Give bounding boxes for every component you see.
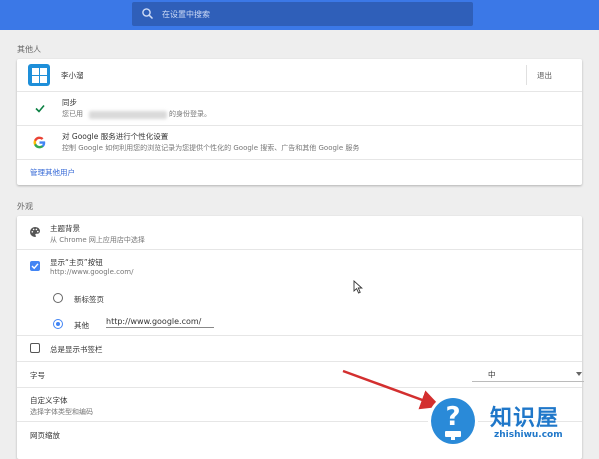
watermark-domain: zhishiwu.com — [494, 430, 563, 440]
google-g-icon — [33, 136, 46, 149]
section-title-people: 其他人 — [17, 45, 41, 54]
radio-newtab[interactable] — [53, 293, 63, 303]
radio-other[interactable] — [53, 319, 63, 329]
bookmarks-bar-label: 总是显示书签栏 — [50, 345, 103, 354]
personalize-desc: 控制 Google 如何利用您的浏览记录为您提供个性化的 Google 搜索、广… — [62, 144, 360, 152]
theme-desc: 从 Chrome 网上应用店中选择 — [50, 236, 145, 244]
radio-newtab-label: 新标签页 — [74, 295, 104, 304]
bookmarks-bar-checkbox[interactable] — [30, 343, 40, 353]
personalize-row[interactable]: 对 Google 服务进行个性化设置 控制 Google 如何利用您的浏览记录为… — [17, 126, 582, 159]
page-zoom-label: 网页缩放 — [30, 431, 60, 440]
divider — [526, 65, 527, 85]
settings-header: 在设置中搜索 — [0, 0, 599, 30]
signout-button[interactable]: 退出 — [537, 70, 552, 81]
palette-icon — [30, 227, 40, 237]
question-monitor-icon: ? — [428, 395, 478, 447]
user-name: 李小溜 — [61, 71, 84, 80]
search-icon — [142, 8, 154, 20]
font-size-select[interactable]: 中 — [472, 368, 584, 382]
font-size-label: 字号 — [30, 371, 45, 380]
radio-other-label: 其他 — [74, 321, 89, 330]
bookmarks-bar-row[interactable]: 总是显示书签栏 — [17, 336, 582, 361]
manage-other-people-link[interactable]: 管理其他用户 — [30, 167, 75, 178]
search-input[interactable]: 在设置中搜索 — [162, 9, 210, 20]
section-title-appearance: 外观 — [17, 202, 33, 211]
sync-row[interactable]: 同步 您已用 的身份登录。 — [17, 92, 582, 125]
font-size-row: 字号 中 — [17, 362, 584, 387]
windows-avatar-icon — [28, 64, 50, 86]
check-icon — [35, 104, 45, 113]
radio-newtab-row[interactable]: 新标签页 — [17, 286, 582, 310]
sync-title: 同步 — [62, 98, 77, 107]
search-box[interactable]: 在设置中搜索 — [132, 2, 473, 26]
theme-row[interactable]: 主题背景 从 Chrome 网上应用店中选择 — [17, 216, 582, 249]
check-icon — [31, 263, 39, 270]
radio-other-row[interactable]: 其他 http://www.google.com/ — [17, 312, 582, 336]
sync-suffix: 的身份登录。 — [169, 110, 211, 118]
watermark-name: 知识屋 — [490, 406, 560, 431]
sync-prefix: 您已用 — [62, 110, 83, 118]
custom-fonts-title: 自定义字体 — [30, 396, 68, 405]
theme-title: 主题背景 — [50, 224, 80, 233]
divider — [17, 159, 582, 160]
mouse-cursor-icon — [353, 280, 363, 294]
home-url-input[interactable]: http://www.google.com/ — [106, 317, 214, 328]
home-button-row: 显示“主页”按钮 http://www.google.com/ — [17, 250, 582, 284]
personalize-title: 对 Google 服务进行个性化设置 — [62, 132, 169, 141]
chevron-down-icon — [576, 372, 582, 376]
home-button-checkbox[interactable] — [30, 261, 40, 271]
redacted-account — [89, 111, 167, 119]
user-row[interactable]: 李小溜 退出 — [17, 59, 582, 91]
custom-fonts-desc: 选择字体类型和编码 — [30, 408, 93, 416]
people-card: 李小溜 退出 同步 您已用 的身份登录。 对 Google 服务进行个性化设置 … — [17, 59, 582, 185]
home-button-title: 显示“主页”按钮 — [50, 258, 103, 267]
home-url: http://www.google.com/ — [50, 268, 134, 276]
watermark-logo: ? 知识屋 zhishiwu.com — [428, 392, 583, 450]
font-size-value: 中 — [488, 370, 496, 379]
